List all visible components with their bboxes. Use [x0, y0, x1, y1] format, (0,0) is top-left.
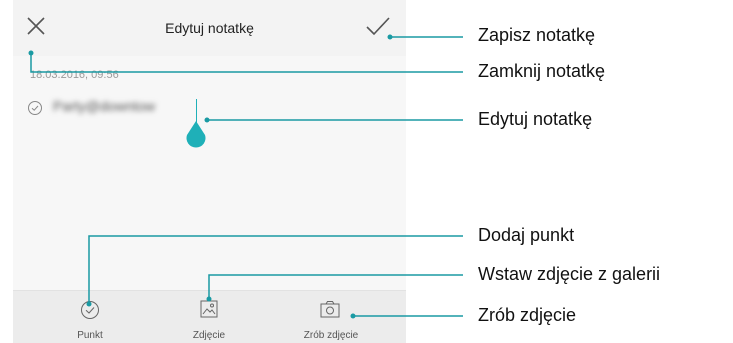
callout-lines [28, 34, 463, 319]
callout-dot-add [86, 301, 92, 307]
callout-insert-label: Wstaw zdjęcie z galerii [478, 264, 661, 284]
callout-photo-label: Zrób zdjęcie [478, 305, 577, 325]
callout-dot-close [28, 50, 34, 56]
callout-line-close [30, 53, 463, 73]
callout-dot-photo [350, 313, 356, 319]
callout-dot-edit [204, 117, 210, 123]
callout-line-add [88, 235, 463, 304]
callout-add-label: Dodaj punkt [478, 225, 575, 245]
callout-save-label: Zapisz notatkę [478, 25, 596, 45]
callout-dot-insert [206, 296, 212, 302]
callout-line-insert [208, 274, 463, 299]
callout-close-label: Zamknij notatkę [478, 61, 606, 81]
callout-edit-label: Edytuj notatkę [478, 109, 593, 129]
callout-dot-save [387, 34, 393, 40]
